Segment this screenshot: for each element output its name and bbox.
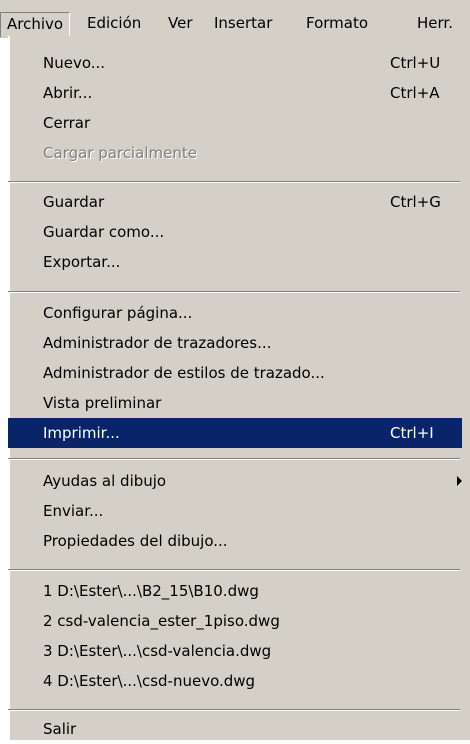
menu-item-label: Exportar... xyxy=(43,253,121,271)
menu-item-label: Vista preliminar xyxy=(43,394,162,412)
menu-bar: Archivo Edición Ver Insertar Formato Her… xyxy=(0,0,470,38)
menu-item-cargar-parcialmente: Cargar parcialmente xyxy=(8,138,462,168)
menubar-formato[interactable]: Formato xyxy=(306,13,368,34)
menu-item-guardar[interactable]: Guardar Ctrl+G xyxy=(8,187,462,217)
menu-item-recent-file-4[interactable]: 4 D:\Ester\...\csd-nuevo.dwg xyxy=(8,666,462,696)
menu-item-shortcut: Ctrl+A xyxy=(390,84,440,102)
menu-item-recent-file-2[interactable]: 2 csd-valencia_ester_1piso.dwg xyxy=(8,606,462,636)
menu-item-enviar[interactable]: Enviar... xyxy=(8,496,462,526)
menu-item-label: 2 csd-valencia_ester_1piso.dwg xyxy=(43,612,280,630)
menu-item-label: Salir xyxy=(43,720,77,738)
menu-item-abrir[interactable]: Abrir... Ctrl+A xyxy=(8,78,462,108)
menu-item-label: Imprimir... xyxy=(43,424,120,442)
menubar-ver[interactable]: Ver xyxy=(168,13,193,34)
menu-item-imprimir[interactable]: Imprimir... Ctrl+I xyxy=(8,418,462,448)
menu-item-label: Configurar página... xyxy=(43,304,193,322)
menu-item-label: Administrador de trazadores... xyxy=(43,334,272,352)
menu-item-shortcut: Ctrl+U xyxy=(390,54,441,72)
menu-item-shortcut: Ctrl+G xyxy=(390,193,441,211)
menu-item-label: Nuevo... xyxy=(43,54,106,72)
menu-item-nuevo[interactable]: Nuevo... Ctrl+U xyxy=(8,48,462,78)
menu-item-exportar[interactable]: Exportar... xyxy=(8,247,462,277)
menu-item-label: 1 D:\Ester\...\B2_15\B10.dwg xyxy=(43,582,259,600)
menu-separator xyxy=(8,709,460,711)
menu-item-label: Cerrar xyxy=(43,114,91,132)
menu-item-label: Enviar... xyxy=(43,502,104,520)
menu-item-label: Administrador de estilos de trazado... xyxy=(43,364,325,382)
menubar-herramientas[interactable]: Herr. xyxy=(417,13,453,34)
menu-item-administrador-estilos[interactable]: Administrador de estilos de trazado... xyxy=(8,358,462,388)
menubar-archivo[interactable]: Archivo xyxy=(0,12,71,37)
menu-item-label: 3 D:\Ester\...\csd-valencia.dwg xyxy=(43,642,272,660)
menu-item-administrador-trazadores[interactable]: Administrador de trazadores... xyxy=(8,328,462,358)
menu-item-label: 4 D:\Ester\...\csd-nuevo.dwg xyxy=(43,672,256,690)
menu-item-label: Guardar como... xyxy=(43,223,165,241)
menu-item-label: Cargar parcialmente xyxy=(43,144,197,162)
menu-separator xyxy=(8,181,460,183)
menu-item-label: Propiedades del dibujo... xyxy=(43,532,228,550)
menubar-edicion[interactable]: Edición xyxy=(87,13,141,34)
menu-item-configurar-pagina[interactable]: Configurar página... xyxy=(8,298,462,328)
menu-item-vista-preliminar[interactable]: Vista preliminar xyxy=(8,388,462,418)
menu-item-guardar-como[interactable]: Guardar como... xyxy=(8,217,462,247)
menu-item-propiedades-del-dibujo[interactable]: Propiedades del dibujo... xyxy=(8,526,462,556)
menu-item-label: Ayudas al dibujo xyxy=(43,472,167,490)
menu-item-label: Guardar xyxy=(43,193,105,211)
menu-separator xyxy=(8,569,460,571)
menubar-insertar[interactable]: Insertar xyxy=(214,13,272,34)
menu-item-recent-file-1[interactable]: 1 D:\Ester\...\B2_15\B10.dwg xyxy=(8,576,462,606)
menu-item-label: Abrir... xyxy=(43,84,93,102)
menu-item-shortcut: Ctrl+I xyxy=(390,424,434,442)
menu-separator xyxy=(8,291,460,293)
submenu-arrow-icon xyxy=(457,476,462,486)
menu-item-ayudas-al-dibujo[interactable]: Ayudas al dibujo xyxy=(8,466,462,496)
menu-item-cerrar[interactable]: Cerrar xyxy=(8,108,462,138)
menu-item-recent-file-3[interactable]: 3 D:\Ester\...\csd-valencia.dwg xyxy=(8,636,462,666)
menu-separator xyxy=(8,458,460,460)
